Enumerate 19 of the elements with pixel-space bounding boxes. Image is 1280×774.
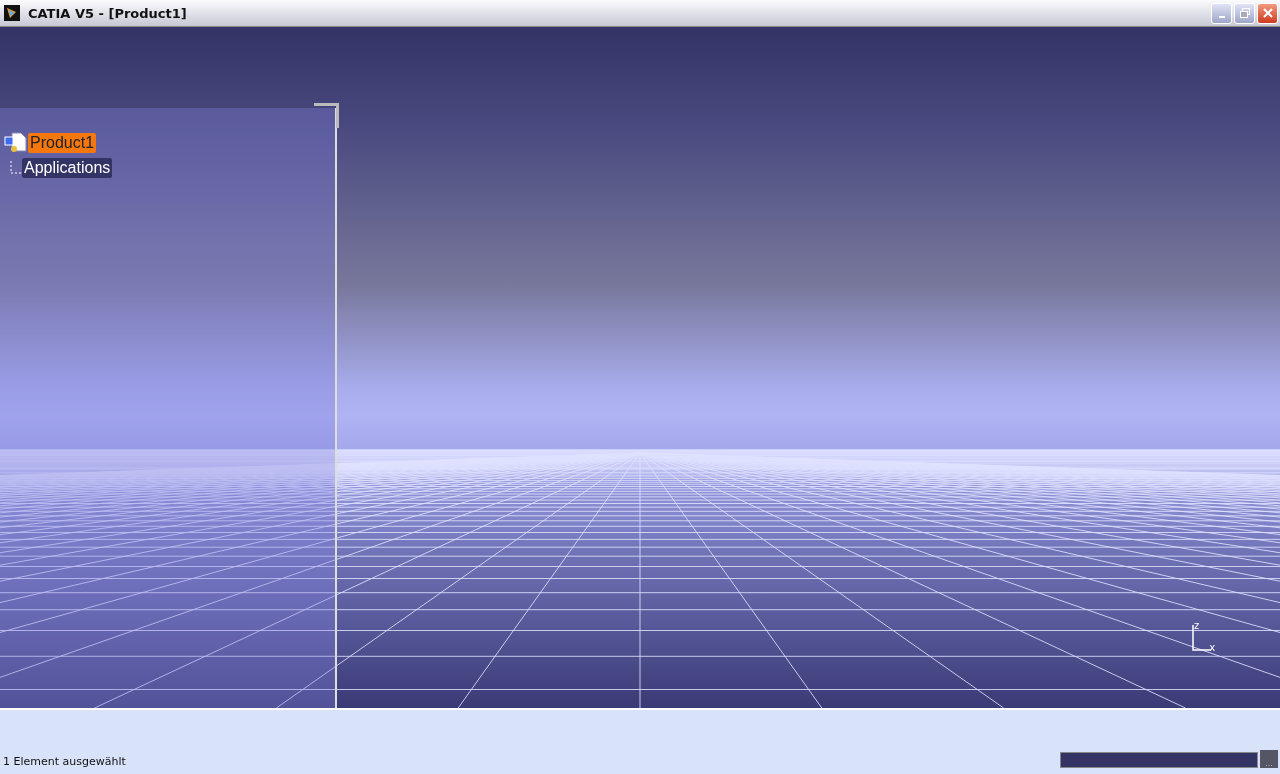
command-button[interactable]: ...	[1260, 750, 1278, 768]
minimize-icon	[1218, 16, 1225, 18]
panel-corner-bracket	[314, 103, 339, 128]
restore-button[interactable]	[1234, 2, 1255, 24]
app-logo-icon	[4, 5, 20, 21]
tree-item[interactable]: Applications	[22, 158, 113, 178]
status-message: 1 Element ausgewählt	[3, 755, 127, 768]
tree-item[interactable]: Product1	[28, 133, 97, 153]
restore-icon	[1238, 7, 1251, 19]
tree-connector-icon	[10, 161, 22, 175]
command-input-field[interactable]	[1060, 752, 1258, 768]
axis-z-label: z	[1194, 620, 1200, 631]
minimize-button[interactable]	[1211, 2, 1232, 24]
axis-lines-icon	[1191, 625, 1212, 651]
axis-x-label: x	[1209, 642, 1216, 653]
product-document-icon	[4, 131, 28, 155]
window-title: CATIA V5 - [Product1]	[28, 5, 188, 21]
close-icon	[1261, 7, 1274, 19]
close-button[interactable]	[1257, 2, 1278, 24]
